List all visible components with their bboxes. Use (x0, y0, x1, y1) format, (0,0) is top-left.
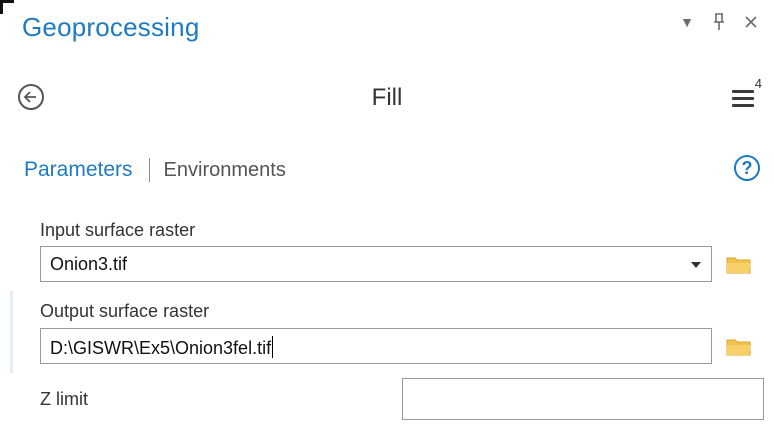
browse-input-folder-icon[interactable] (726, 255, 752, 275)
window-controls: ▼ (678, 10, 760, 34)
output-surface-input[interactable]: D:\GISWR\Ex5\Onion3fel.tif (40, 328, 712, 364)
help-icon[interactable]: ? (734, 155, 760, 181)
output-surface-label: Output surface raster (40, 301, 210, 321)
hamburger-menu-icon (732, 90, 754, 111)
active-parameter-indicator (10, 291, 13, 373)
tab-divider (148, 158, 150, 182)
parameter-tabs: Parameters Environments (24, 158, 286, 182)
close-icon[interactable] (742, 10, 760, 34)
tool-name: Fill (371, 84, 403, 111)
tool-menu-button[interactable]: 4 (732, 76, 762, 114)
browse-output-folder-icon[interactable] (726, 337, 752, 357)
menu-badge: 4 (754, 76, 762, 91)
pane-options-dropdown-icon[interactable]: ▼ (678, 10, 696, 34)
pane-title: Geoprocessing (22, 12, 200, 42)
input-surface-label: Input surface raster (40, 220, 196, 240)
pin-icon[interactable] (710, 10, 728, 34)
tab-environments[interactable]: Environments (164, 159, 286, 182)
input-surface-value: Onion3.tif (50, 254, 128, 274)
input-surface-dropdown[interactable]: Onion3.tif (40, 246, 712, 282)
z-limit-input[interactable] (402, 378, 764, 420)
output-surface-value: D:\GISWR\Ex5\Onion3fel.tif (50, 336, 274, 358)
text-caret (272, 336, 274, 358)
z-limit-label: Z limit (40, 389, 88, 409)
tab-parameters[interactable]: Parameters (24, 158, 133, 182)
chevron-down-icon[interactable] (691, 262, 701, 268)
